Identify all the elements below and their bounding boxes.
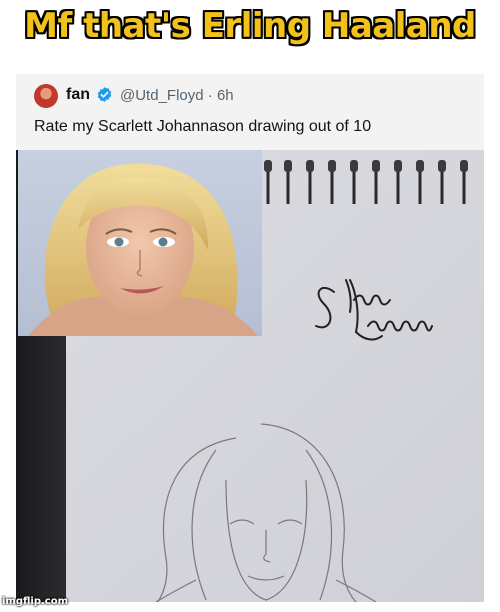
tweet-time[interactable]: 6h xyxy=(217,87,234,104)
meme-caption: Mf that's Erling Haaland xyxy=(24,6,476,46)
user-avatar[interactable] xyxy=(34,84,58,108)
tweet-meta: @Utd_Floyd · 6h xyxy=(120,87,234,104)
user-handle[interactable]: @Utd_Floyd xyxy=(120,87,204,104)
reference-photo xyxy=(18,150,262,336)
tweet-text: Rate my Scarlett Johannason drawing out … xyxy=(34,118,372,135)
tweet-header: fan @Utd_Floyd · 6h Rate my Scarlett Joh… xyxy=(16,74,484,150)
tweet-screenshot: fan @Utd_Floyd · 6h Rate my Scarlett Joh… xyxy=(16,74,484,602)
verified-badge-icon xyxy=(97,87,112,102)
meta-separator: · xyxy=(207,87,213,104)
display-name[interactable]: fan xyxy=(66,86,90,104)
imgflip-watermark: imgflip.com xyxy=(2,596,69,607)
